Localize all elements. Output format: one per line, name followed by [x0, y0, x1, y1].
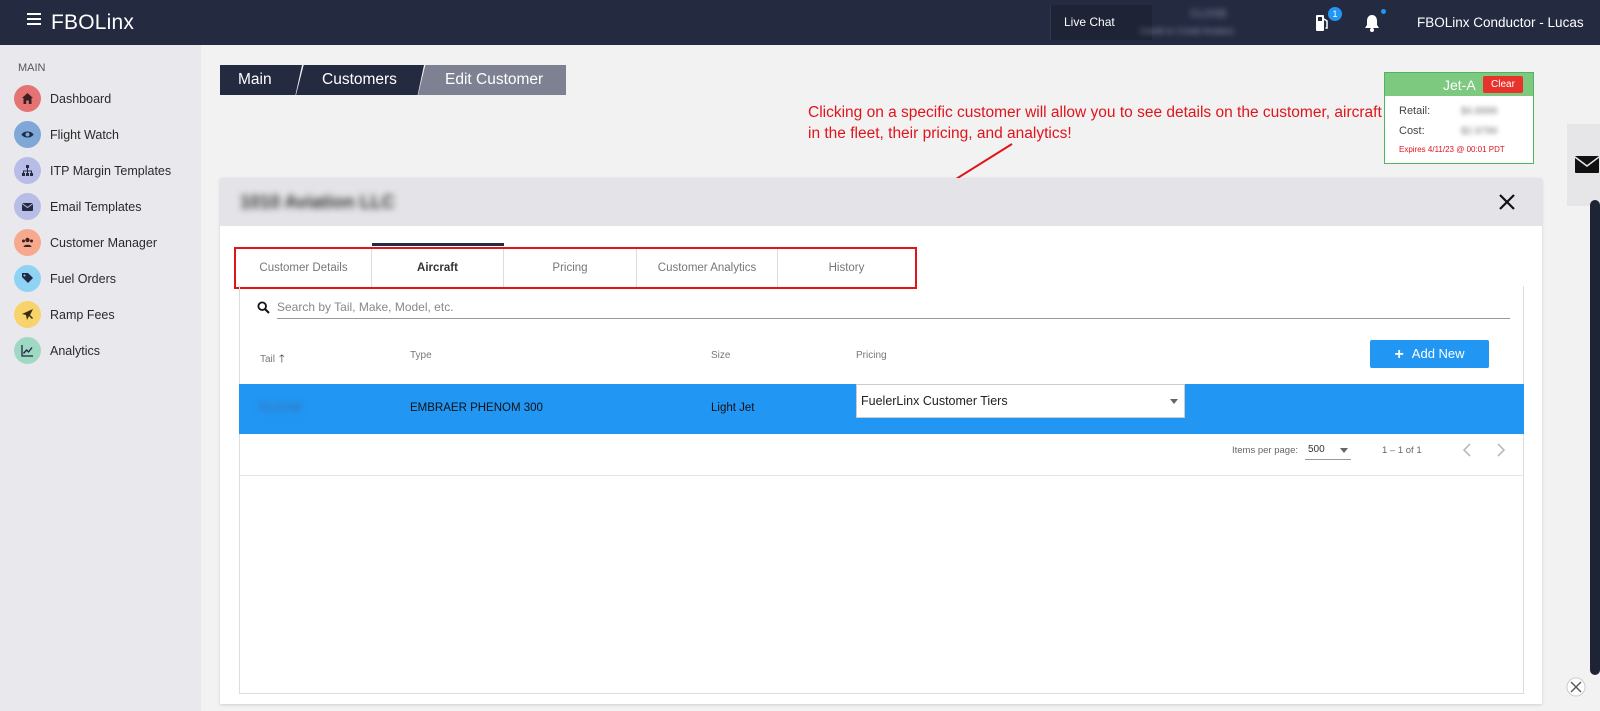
eye-icon	[14, 121, 41, 148]
sidebar: MAIN Dashboard Flight Watch ITP Margin T…	[0, 45, 201, 711]
active-tab-indicator	[372, 243, 504, 246]
home-icon	[14, 85, 41, 112]
tab-customer-analytics[interactable]: Customer Analytics	[637, 249, 778, 287]
aircraft-grid	[239, 286, 1524, 694]
plane-icon	[14, 301, 41, 328]
sidebar-item-label: Fuel Orders	[50, 272, 116, 286]
edit-customer-panel: 1010 Aviation LLC Customer Details Aircr…	[220, 178, 1542, 704]
sidebar-item-label: Customer Manager	[50, 236, 157, 250]
fuel-order-badge: 1	[1328, 7, 1342, 21]
sidebar-item-ramp-fees[interactable]: Ramp Fees	[14, 301, 199, 329]
jet-a-header: Jet-A Clear	[1385, 73, 1533, 96]
items-per-page-value: 500	[1308, 444, 1325, 455]
previous-page-icon[interactable]	[1460, 441, 1476, 459]
chevron-down-icon	[1170, 399, 1178, 404]
sidebar-section-label: MAIN	[18, 62, 46, 74]
close-icon[interactable]	[1496, 191, 1518, 213]
envelope-icon	[1575, 156, 1599, 173]
sidebar-item-customer-manager[interactable]: Customer Manager	[14, 229, 199, 257]
hamburger-menu-icon[interactable]	[27, 13, 41, 27]
cost-label: Cost:	[1399, 125, 1425, 137]
sidebar-item-label: Ramp Fees	[50, 308, 115, 322]
sidebar-item-itp-margin-templates[interactable]: ITP Margin Templates	[14, 157, 199, 185]
notification-dot	[1381, 9, 1386, 14]
pager-range: 1 – 1 of 1	[1382, 445, 1422, 456]
tab-history[interactable]: History	[778, 249, 915, 287]
blurred-top-subtext: Credit to Credit Aviation	[1140, 26, 1235, 36]
panel-header: 1010 Aviation LLC	[220, 178, 1542, 226]
bell-icon[interactable]	[1364, 14, 1380, 32]
sidebar-item-email-templates[interactable]: Email Templates	[14, 193, 199, 221]
pricing-select[interactable]: FuelerLinx Customer Tiers	[856, 384, 1185, 418]
blurred-top-text: CLOSE	[1190, 8, 1228, 20]
breadcrumb-customers[interactable]: Customers	[296, 65, 424, 95]
sidebar-item-fuel-orders[interactable]: Fuel Orders	[14, 265, 199, 293]
divider	[239, 475, 1524, 476]
next-page-icon[interactable]	[1492, 441, 1508, 459]
jet-a-title: Jet-A	[1443, 77, 1476, 93]
sidebar-item-dashboard[interactable]: Dashboard	[14, 85, 199, 113]
tab-customer-details[interactable]: Customer Details	[236, 249, 372, 287]
breadcrumb-main[interactable]: Main	[220, 65, 302, 95]
column-header-size[interactable]: Size	[711, 350, 730, 361]
search-icon	[257, 301, 270, 314]
retail-value: $4.8999	[1461, 106, 1498, 117]
tutorial-annotation: Clicking on a specific customer will all…	[808, 104, 1382, 142]
sidebar-item-flight-watch[interactable]: Flight Watch	[14, 121, 199, 149]
app-brand[interactable]: FBOLinx	[51, 11, 134, 35]
chevron-down-icon	[1340, 448, 1348, 453]
customer-name: 1010 Aviation LLC	[240, 192, 395, 212]
add-new-button[interactable]: + Add New	[1370, 340, 1489, 368]
live-chat-button[interactable]: Live Chat	[1050, 5, 1152, 40]
breadcrumb-edit-customer: Edit Customer	[418, 65, 566, 95]
search-input[interactable]	[277, 295, 1510, 319]
tags-icon	[14, 265, 41, 292]
sidebar-item-label: ITP Margin Templates	[50, 164, 172, 178]
sidebar-item-label: Analytics	[50, 344, 101, 358]
sitemap-icon	[14, 157, 41, 184]
column-header-tail[interactable]: Tail 🡑	[260, 350, 285, 369]
jet-a-price-card: Jet-A Clear Retail: $4.8999 Cost: $2.979…	[1384, 72, 1534, 164]
fuel-pump-icon[interactable]	[1315, 14, 1329, 32]
page-scrollbar[interactable]	[1590, 200, 1600, 675]
top-bar: FBOLinx Live Chat CLOSE Credit to Credit…	[0, 0, 1600, 45]
message-tab[interactable]	[1567, 124, 1600, 206]
type-cell: EMBRAER PHENOM 300	[410, 402, 543, 414]
table-row[interactable]: N123AB EMBRAER PHENOM 300 Light Jet Fuel…	[239, 384, 1524, 434]
sidebar-item-analytics[interactable]: Analytics	[14, 337, 199, 365]
sidebar-item-label: Flight Watch	[50, 128, 120, 142]
add-new-label: Add New	[1411, 346, 1465, 361]
sidebar-item-label: Dashboard	[50, 92, 112, 106]
expiry-text: Expires 4/11/23 @ 00:01 PDT	[1399, 145, 1505, 154]
size-cell: Light Jet	[711, 402, 755, 414]
chart-line-icon	[14, 337, 41, 364]
user-menu[interactable]: FBOLinx Conductor - Lucas	[1417, 15, 1584, 30]
pricing-select-value: FuelerLinx Customer Tiers	[861, 394, 1008, 408]
tail-cell: N123AB	[259, 402, 302, 414]
column-header-type[interactable]: Type	[410, 350, 432, 361]
items-per-page-select[interactable]: 500	[1305, 442, 1351, 460]
clear-button[interactable]: Clear	[1483, 76, 1523, 93]
tab-aircraft[interactable]: Aircraft	[372, 249, 504, 287]
column-header-label: Tail	[260, 354, 276, 365]
users-icon	[14, 229, 41, 256]
sidebar-item-label: Email Templates	[50, 200, 142, 214]
envelope-icon	[14, 193, 41, 220]
items-per-page-label: Items per page:	[1232, 445, 1299, 456]
plus-icon: +	[1394, 346, 1404, 363]
tab-pricing[interactable]: Pricing	[504, 249, 637, 287]
retail-label: Retail:	[1399, 105, 1431, 117]
tab-bar: Customer Details Aircraft Pricing Custom…	[234, 247, 917, 289]
cost-value: $2.9799	[1461, 126, 1498, 137]
sort-ascending-icon[interactable]: 🡑	[279, 350, 285, 369]
close-icon[interactable]	[1566, 677, 1586, 697]
column-header-pricing[interactable]: Pricing	[856, 350, 887, 361]
